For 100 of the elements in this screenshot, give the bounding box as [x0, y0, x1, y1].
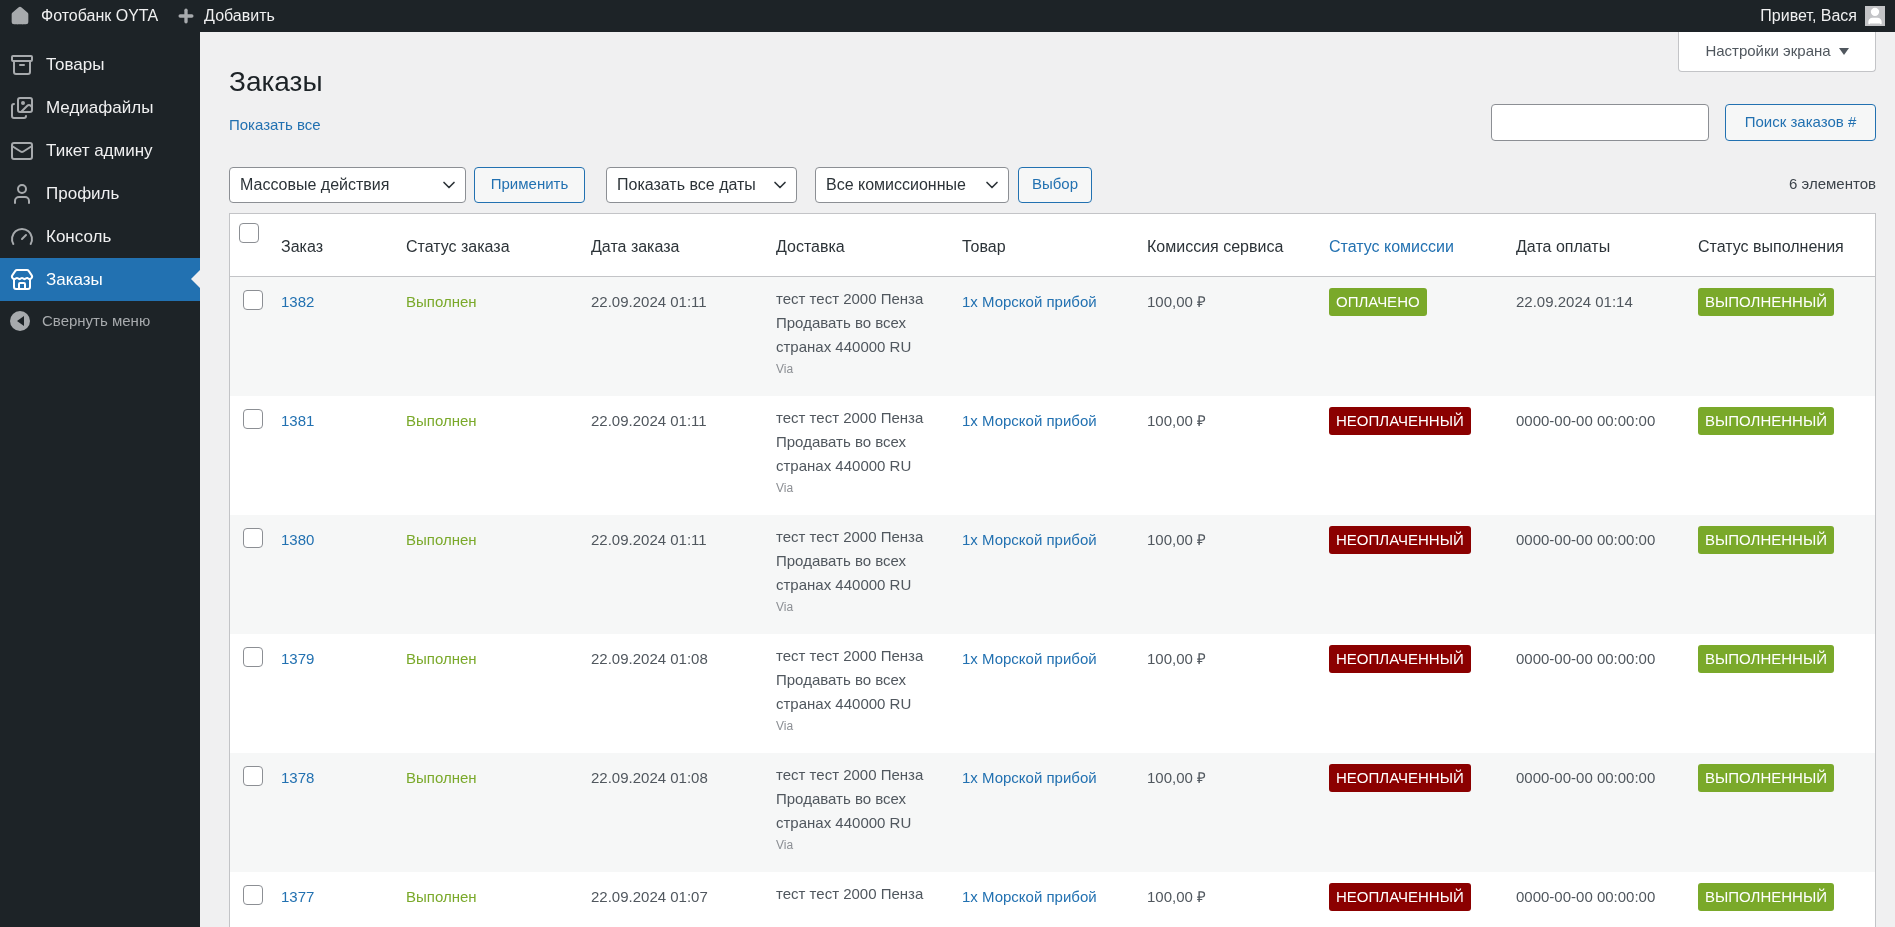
checkbox[interactable]	[243, 527, 263, 548]
commission-status-badge: НЕОПЛАЧЕННЫЙ	[1329, 525, 1471, 554]
column-header: Дата оплаты	[1516, 237, 1611, 255]
commission-filter-select[interactable]: Все комиссионные	[815, 166, 1009, 203]
delivery-address: тест тест 2000 Пенза Продавать во всех странах 440000 RU	[776, 645, 925, 714]
commission-status-badge: ОПЛАЧЕНО	[1329, 287, 1427, 316]
column-header: Товар	[962, 237, 1006, 255]
order-link[interactable]: 1379	[281, 649, 315, 667]
media-icon	[10, 95, 34, 120]
commission-amount: 100,00 ₽	[1147, 411, 1207, 429]
order-date: 22.09.2024 01:11	[591, 530, 707, 548]
store-icon	[10, 267, 34, 292]
order-link[interactable]: 1381	[281, 411, 315, 429]
checkbox[interactable]	[243, 408, 263, 429]
sidebar-item[interactable]: Товары	[0, 43, 200, 86]
site-name-link[interactable]: Фотобанк OYTA	[41, 4, 159, 28]
checkbox[interactable]	[243, 646, 263, 667]
collapse-menu-button[interactable]: Свернуть меню	[0, 301, 151, 341]
shipping-method: Via	[776, 598, 795, 616]
product-link[interactable]: 1x Морской прибой	[962, 649, 1097, 667]
delivery-address: тест тест 2000 Пенза Продавать во всех странах 440000 RU	[776, 764, 925, 833]
payment-date: 22.09.2024 01:14	[1516, 292, 1633, 310]
checkbox[interactable]	[243, 289, 263, 310]
commission-status-badge: НЕОПЛАЧЕННЫЙ	[1329, 882, 1471, 911]
product-link[interactable]: 1x Морской прибой	[962, 768, 1097, 786]
search-orders-button[interactable]: Поиск заказов #	[1725, 103, 1876, 141]
payment-date: 0000-00-00 00:00:00	[1516, 768, 1656, 786]
shipping-method: Via	[776, 836, 795, 854]
date-filter-select[interactable]: Показать все даты	[606, 166, 797, 203]
fulfillment-status-badge: ВЫПОЛНЕННЫЙ	[1698, 406, 1834, 435]
order-date: 22.09.2024 01:11	[591, 292, 707, 310]
checkbox[interactable]	[239, 222, 259, 243]
column-header-link[interactable]: Статус комиссии	[1329, 237, 1454, 255]
show-all-link[interactable]: Показать все	[229, 114, 323, 137]
search-field[interactable]	[1491, 103, 1709, 141]
apply-button[interactable]: Применить	[474, 166, 585, 203]
greeting-link[interactable]: Привет, Вася	[1760, 4, 1857, 28]
order-status: Выполнен	[406, 649, 477, 667]
column-header: Статус заказа	[406, 237, 510, 255]
commission-amount: 100,00 ₽	[1147, 649, 1207, 667]
fulfillment-status-badge: ВЫПОЛНЕННЫЙ	[1698, 525, 1834, 554]
product-link[interactable]: 1x Морской прибой	[962, 411, 1097, 429]
product-link[interactable]: 1x Морской прибой	[962, 530, 1097, 548]
commission-status-badge: НЕОПЛАЧЕННЫЙ	[1329, 763, 1471, 792]
order-link[interactable]: 1380	[281, 530, 315, 548]
item-count: 6 элементов	[1789, 174, 1876, 195]
bulk-actions-select[interactable]: Массовые действия	[229, 166, 466, 203]
add-new-link[interactable]: Добавить	[204, 4, 275, 28]
page-title: Заказы	[229, 65, 323, 99]
product-link[interactable]: 1x Морской прибой	[962, 887, 1097, 905]
payment-date: 0000-00-00 00:00:00	[1516, 530, 1656, 548]
triangle-down-icon	[1838, 48, 1849, 55]
order-date: 22.09.2024 01:11	[591, 411, 707, 429]
fulfillment-status-badge: ВЫПОЛНЕННЫЙ	[1698, 287, 1834, 316]
order-link[interactable]: 1377	[281, 887, 315, 905]
order-status: Выполнен	[406, 411, 477, 429]
sidebar-item[interactable]: Консоль	[0, 215, 200, 258]
order-date: 22.09.2024 01:08	[591, 649, 708, 667]
order-link[interactable]: 1378	[281, 768, 315, 786]
sidebar-item[interactable]: Тикет админу	[0, 129, 200, 172]
order-date: 22.09.2024 01:08	[591, 768, 708, 786]
shipping-method: Via	[776, 479, 795, 497]
column-header: Комиссия сервиса	[1147, 237, 1284, 255]
current-indicator-icon	[191, 270, 200, 288]
delivery-address: тест тест 2000 Пенза Продавать во всех странах 440000 RU	[776, 526, 925, 595]
shipping-method: Via	[776, 717, 795, 735]
commission-amount: 100,00 ₽	[1147, 768, 1207, 786]
product-link[interactable]: 1x Морской прибой	[962, 292, 1097, 310]
archive-icon	[10, 52, 34, 77]
payment-date: 0000-00-00 00:00:00	[1516, 411, 1656, 429]
fulfillment-status-badge: ВЫПОЛНЕННЫЙ	[1698, 644, 1834, 673]
order-date: 22.09.2024 01:07	[591, 887, 708, 905]
order-status: Выполнен	[406, 292, 477, 310]
sidebar-item[interactable]: Профиль	[0, 172, 200, 215]
home-icon[interactable]	[10, 6, 30, 26]
fulfillment-status-badge: ВЫПОЛНЕННЫЙ	[1698, 763, 1834, 792]
checkbox[interactable]	[243, 765, 263, 786]
column-header: Заказ	[281, 237, 323, 255]
delivery-address: тест тест 2000 Пенза Продавать во всех странах 440000 RU	[776, 407, 925, 476]
shipping-method: Via	[776, 360, 795, 378]
commission-amount: 100,00 ₽	[1147, 292, 1207, 310]
delivery-address: тест тест 2000 Пенза	[776, 883, 925, 904]
commission-amount: 100,00 ₽	[1147, 530, 1207, 548]
screen-options-tab[interactable]: Настройки экрана	[1678, 32, 1876, 72]
delivery-address: тест тест 2000 Пенза Продавать во всех странах 440000 RU	[776, 288, 925, 357]
commission-amount: 100,00 ₽	[1147, 887, 1207, 905]
avatar-icon[interactable]	[1865, 6, 1885, 26]
order-status: Выполнен	[406, 887, 477, 905]
column-header: Доставка	[776, 237, 845, 255]
column-header: Статус выполнения	[1698, 237, 1844, 255]
order-link[interactable]: 1382	[281, 292, 315, 310]
sidebar-item[interactable]: Медиафайлы	[0, 86, 200, 129]
filter-button[interactable]: Выбор	[1018, 166, 1092, 203]
sidebar-item[interactable]: Заказы	[0, 258, 200, 301]
order-status: Выполнен	[406, 530, 477, 548]
fulfillment-status-badge: ВЫПОЛНЕННЫЙ	[1698, 882, 1834, 911]
payment-date: 0000-00-00 00:00:00	[1516, 887, 1656, 905]
checkbox[interactable]	[243, 884, 263, 905]
commission-status-badge: НЕОПЛАЧЕННЫЙ	[1329, 644, 1471, 673]
payment-date: 0000-00-00 00:00:00	[1516, 649, 1656, 667]
